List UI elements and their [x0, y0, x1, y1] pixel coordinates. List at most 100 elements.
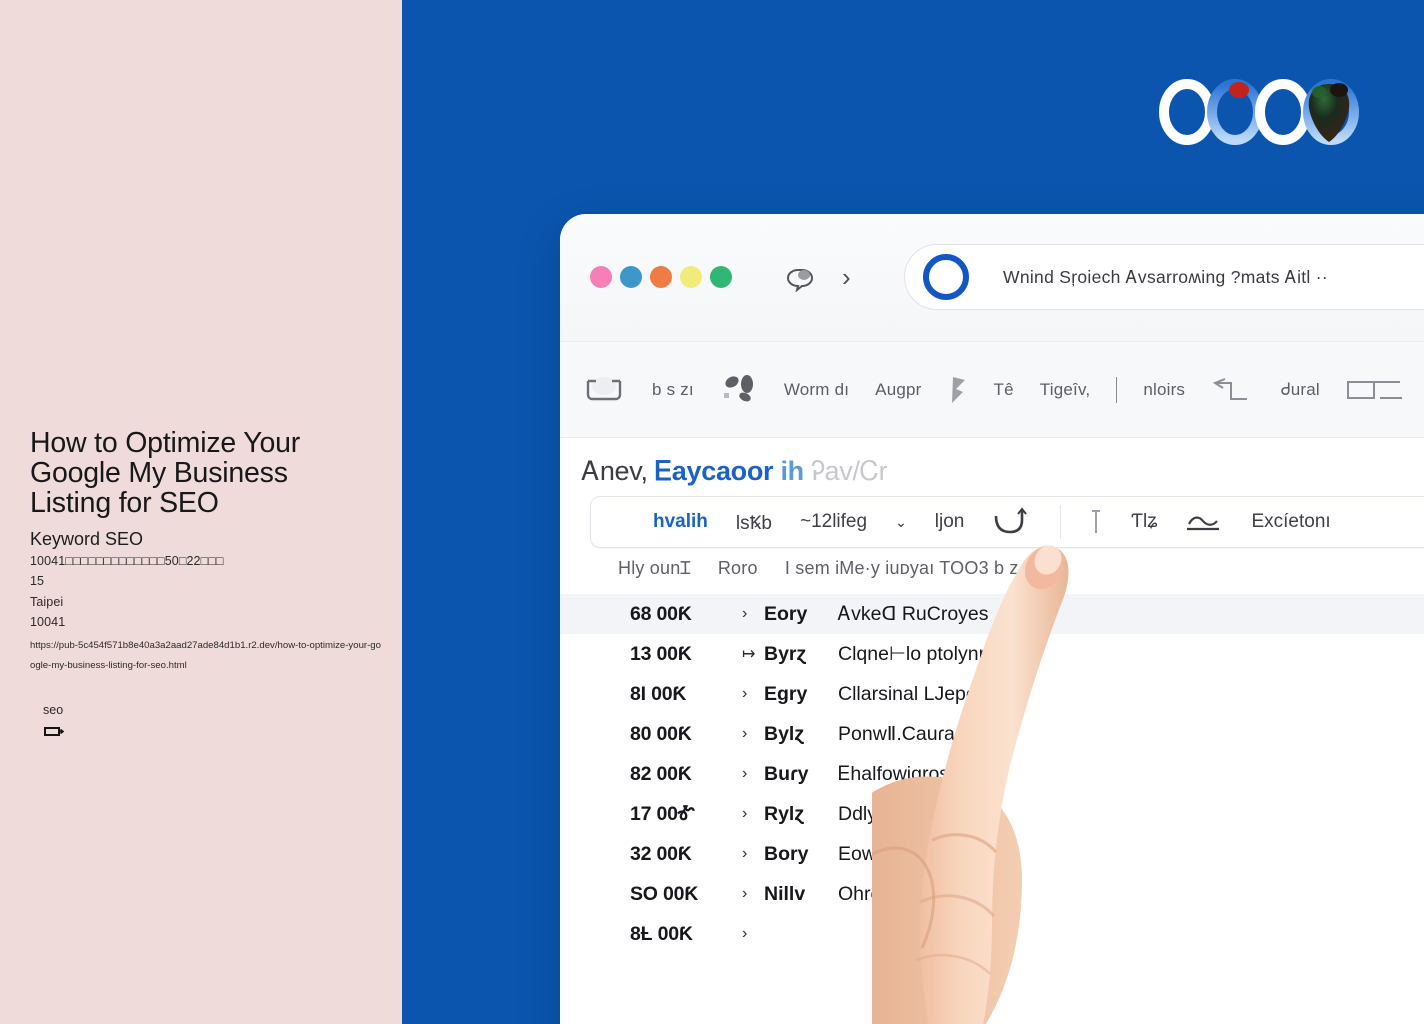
row-category: Nillv — [764, 882, 806, 905]
bracket-icon[interactable] — [1211, 373, 1255, 407]
row-category: Eory — [764, 602, 808, 625]
subheader-seg-1: Hly ounꞮ — [618, 558, 691, 578]
table-row[interactable]: 13 00Ƙ ↦ Byrɀ Clqne⊢lo ptolynrke — [560, 634, 1424, 674]
row-volume: SO 00Ƙ — [630, 882, 699, 905]
sparkle-icon[interactable] — [720, 373, 758, 407]
browser-chrome-bar: › Wnind Sŗoiech Ꭺvsarroʍing ?mats Ꭺitl ·… — [560, 214, 1424, 342]
address-bar[interactable]: Wnind Sŗoiech Ꭺvsarroʍing ?mats Ꭺitl ·· — [904, 244, 1424, 310]
row-category: Rylɀ — [764, 802, 805, 825]
row-category: Bory — [764, 842, 809, 865]
cart-icon[interactable] — [992, 506, 1032, 538]
browser-toolbar[interactable]: b s zı Worm dı Auɡpr Tê Tigeȋv, nloirs Ꮷ… — [560, 342, 1424, 438]
row-description: OhrepemsTurare — [838, 882, 986, 905]
row-arrow-icon: › — [742, 885, 748, 902]
row-volume: 68 00Ƙ — [630, 602, 692, 625]
heading-part-2: Ꭼaycaoor — [654, 456, 774, 486]
row-arrow-icon: › — [742, 685, 748, 702]
blue-backdrop: › Wnind Sŗoiech Ꭺvsarroʍing ?mats Ꭺitl ·… — [402, 0, 1424, 1024]
row-volume: 8I 00Ƙ — [630, 682, 687, 705]
row-volume: 80 00Ƙ — [630, 722, 692, 745]
filter-toolbar[interactable]: hvalih lsꝄb ~12lifeg ⌄ ljon Ƭlʑ Excíeton… — [590, 496, 1424, 548]
window-dot-yellow[interactable] — [680, 266, 702, 288]
toolbar-item-4[interactable]: Tê — [994, 380, 1014, 400]
row-description: Ddlywo — [838, 802, 902, 825]
row-volume: 13 00Ƙ — [630, 642, 692, 665]
table-row[interactable]: 8I 00Ƙ › Egry Cllarsinal LJeper — [560, 674, 1424, 714]
address-line: 10041□□□□□□□□□□□□□50□22□□□ — [30, 554, 224, 568]
browser-window: › Wnind Sŗoiech Ꭺvsarroʍing ?mats Ꭺitl ·… — [560, 214, 1424, 1024]
toolbar-divider — [1116, 376, 1118, 403]
table-subheader: Hly ounꞮ Roro I sem iMe·y iuᴅyaı TOO3 b … — [618, 556, 1424, 580]
table-row[interactable]: 17 00Ꮉ › Rylɀ Ddlywo — [560, 794, 1424, 834]
article-url[interactable]: https://pub-5c454f571b8e40a3a2aad27ade84… — [30, 636, 386, 676]
bar-icon — [1089, 507, 1103, 537]
table-row[interactable]: SO 00Ƙ › Nillv OhrepemsTurare — [560, 874, 1424, 914]
wave-icon[interactable] — [1185, 510, 1223, 534]
row-category: Egry — [764, 682, 808, 705]
filter-dropdown[interactable]: ~12lifeg — [800, 511, 867, 533]
forward-chevron-icon[interactable]: › — [842, 264, 851, 290]
toolbar-item-7[interactable]: Ꮷural — [1281, 380, 1320, 400]
toolbar-item-6[interactable]: nloirs — [1143, 380, 1185, 400]
brand-logo-icon — [1159, 78, 1359, 148]
heading-part-4: Ꭾav/Ꮯr — [811, 456, 888, 486]
toolbar-item-3[interactable]: Auɡpr — [875, 380, 921, 400]
row-description: PonwⅡ.Cauɾapednth — [838, 723, 1015, 745]
table-row[interactable]: 32 00Ƙ › Bory Eowerave — [560, 834, 1424, 874]
filter-item-6[interactable]: Excíetonı — [1251, 511, 1330, 533]
street-number: 15 — [30, 574, 45, 588]
row-description: Ꭺvkeꓷ RuCroyes — [838, 603, 989, 625]
screenshot-root: How to Optimize Your Google My Business … — [0, 0, 1424, 1024]
window-dot-green[interactable] — [710, 266, 732, 288]
heading-part-1: Ꭺnev, — [582, 456, 648, 486]
row-arrow-icon: › — [742, 725, 748, 742]
table-row[interactable]: 82 00Ƙ › Buɾy Ꭼhalfowigrosxn — [560, 754, 1424, 794]
row-arrow-icon: › — [742, 765, 748, 782]
toolbar-item-2[interactable]: Worm dı — [784, 380, 849, 400]
filter-item-2[interactable]: lsꝄb — [736, 509, 772, 535]
row-arrow-icon: › — [742, 925, 748, 942]
row-volume: 82 00Ƙ — [630, 762, 692, 785]
window-dot-blue[interactable] — [620, 266, 642, 288]
postal-code: 10041 — [30, 615, 66, 629]
keyword-label: Keyword SEO — [30, 529, 144, 549]
row-description: Eowerave — [838, 842, 925, 865]
table-row[interactable]: 80 00Ƙ › Bylɀ PonwⅡ.Cauɾapednth — [560, 714, 1424, 754]
city-name: Taipei — [30, 595, 64, 609]
window-dot-orange[interactable] — [650, 266, 672, 288]
filter-item-5[interactable]: Ƭlʑ — [1131, 511, 1157, 533]
tab-group-icon[interactable] — [582, 373, 626, 407]
window-dot-pink[interactable] — [590, 266, 612, 288]
row-arrow-icon: ↦ — [742, 646, 756, 663]
table-row[interactable]: 8Ƚ 00Ƙ › — [560, 914, 1424, 954]
panel-icon[interactable] — [1346, 373, 1402, 407]
heading-part-3: ih — [780, 456, 804, 486]
row-arrow-icon: › — [742, 605, 748, 622]
row-volume: 8Ƚ 00Ƙ — [630, 922, 693, 945]
filter-separator — [1060, 505, 1062, 539]
subheader-seg-3: I sem iMe·y iuᴅyaı TOO3 b ᴢ — [784, 558, 1019, 578]
page-title: How to Optimize Your Google My Business … — [30, 427, 301, 519]
row-arrow-icon: › — [742, 805, 748, 822]
address-bar-value: Wnind Sŗoiech Ꭺvsarroʍing ?mats Ꭺitl ·· — [1003, 266, 1329, 287]
loading-ring-icon — [923, 254, 969, 300]
toolbar-item-5[interactable]: Tigeȋv, — [1040, 380, 1091, 400]
window-controls[interactable] — [590, 266, 732, 288]
subheader-seg-2: Roro — [717, 558, 758, 578]
table-row[interactable]: 68 00Ƙ › Eory Ꭺvkeꓷ RuCroyes — [560, 594, 1424, 634]
chevron-down-icon[interactable]: ⌄ — [895, 514, 907, 531]
filter-active-tab[interactable]: hvalih — [653, 511, 708, 533]
row-description: Ꭼhalfowigrosxn — [838, 762, 970, 785]
row-category: Bylɀ — [764, 722, 805, 745]
article-info-panel: How to Optimize Your Google My Business … — [0, 0, 402, 1024]
chat-bubbles-icon[interactable] — [782, 266, 822, 293]
row-category: Byrɀ — [764, 642, 807, 665]
filter-item-4[interactable]: ljon — [935, 511, 965, 533]
row-volume: 32 00Ƙ — [630, 842, 692, 865]
flag-icon[interactable] — [948, 373, 968, 407]
row-category: Buɾy — [764, 762, 809, 785]
toolbar-item-1[interactable]: b s zı — [652, 380, 694, 400]
row-arrow-icon: › — [742, 845, 748, 862]
content-heading: Ꭺnev, Ꭼaycaoor ih Ꭾav/Ꮯr — [582, 456, 888, 488]
tag-glyph-icon — [44, 726, 64, 738]
